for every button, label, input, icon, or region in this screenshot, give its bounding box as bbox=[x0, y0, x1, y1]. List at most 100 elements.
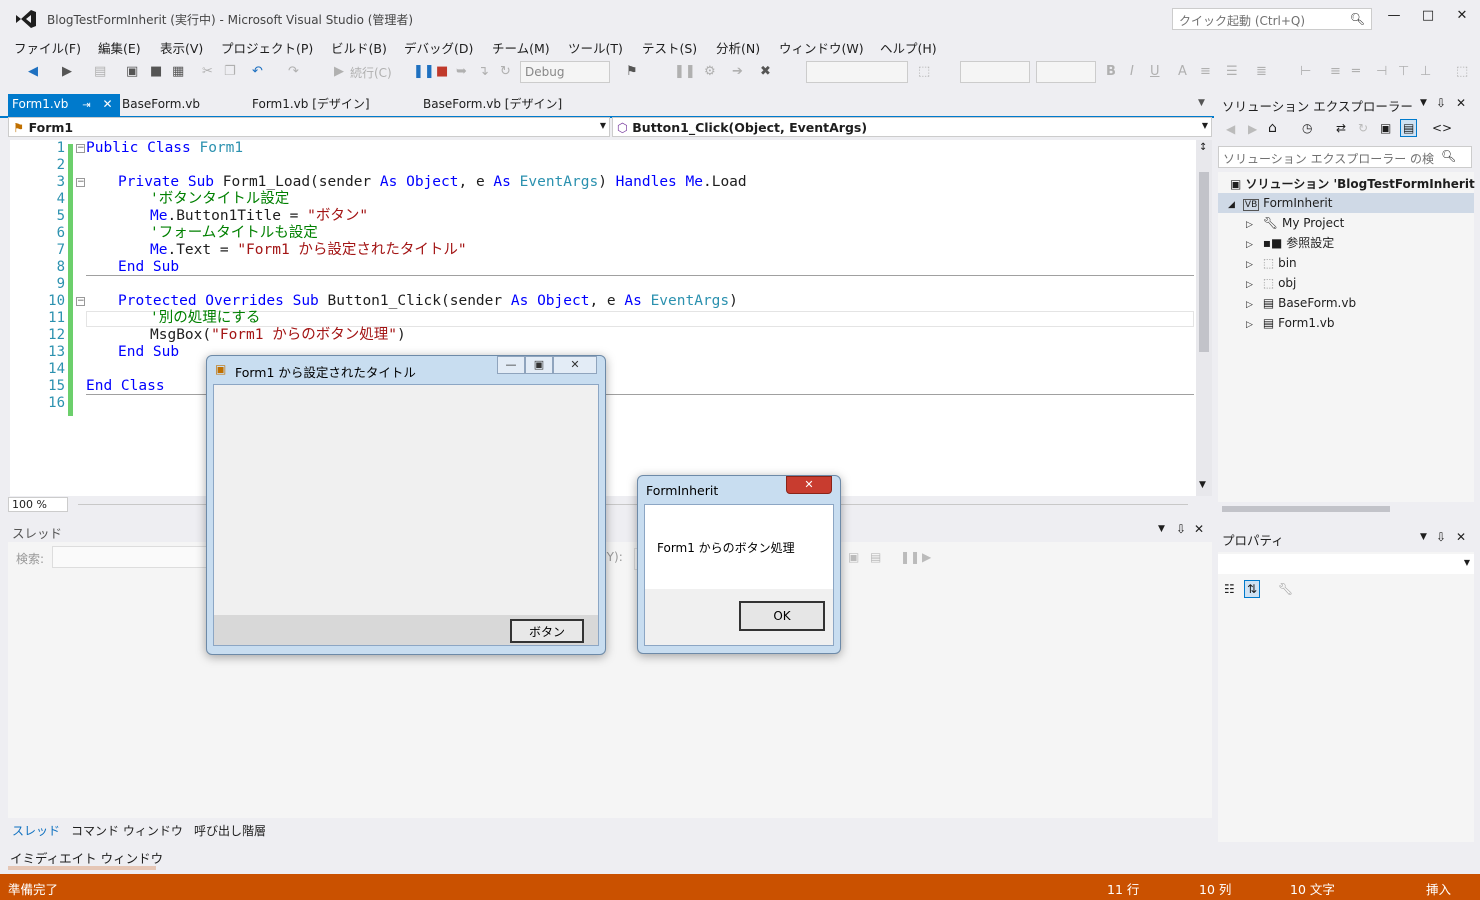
menu-view[interactable]: 表示(V) bbox=[160, 38, 203, 57]
close-tab-icon[interactable]: ✕ bbox=[102, 97, 112, 111]
menu-file[interactable]: ファイル(F) bbox=[14, 38, 81, 57]
collapse-all-icon[interactable]: ▣ bbox=[1380, 121, 1391, 135]
tree-node-form1[interactable]: ▷ ▤ Form1.vb bbox=[1218, 313, 1474, 333]
property-pages-icon[interactable]: 🔧︎ bbox=[1278, 582, 1293, 596]
continue-icon[interactable]: ▶ bbox=[334, 64, 344, 79]
tab-baseform-design[interactable]: BaseForm.vb [デザイン] bbox=[419, 94, 566, 116]
thaw-icon[interactable]: ▶ bbox=[922, 550, 931, 564]
expand-icon[interactable]: ▣ bbox=[848, 550, 859, 564]
maximize-button[interactable]: □ bbox=[1416, 8, 1440, 26]
step-into-icon[interactable]: ↴ bbox=[478, 64, 489, 79]
collapse-icon[interactable]: − bbox=[76, 144, 85, 153]
zoom-select[interactable]: 100 % bbox=[8, 497, 68, 512]
immediate-window-title[interactable]: イミディエイト ウィンドウ bbox=[10, 848, 163, 867]
close-window-button[interactable]: ✕ bbox=[1450, 8, 1474, 26]
menu-edit[interactable]: 編集(E) bbox=[98, 38, 141, 57]
save-icon[interactable]: ■ bbox=[150, 64, 162, 79]
menu-build[interactable]: ビルド(B) bbox=[331, 38, 387, 57]
quick-launch-input[interactable]: クイック起動 (Ctrl+Q) 🔍︎ bbox=[1172, 8, 1372, 30]
scroll-down-icon[interactable]: ▼ bbox=[1199, 480, 1206, 490]
font-name-select[interactable] bbox=[806, 61, 908, 83]
split-icon[interactable]: ↕ bbox=[1199, 142, 1207, 153]
close-panel-icon[interactable]: ✕ bbox=[1456, 530, 1466, 544]
form-maximize-button[interactable]: ▣ bbox=[525, 356, 553, 374]
form-close-button[interactable]: ✕ bbox=[553, 356, 597, 374]
message-box[interactable]: FormInherit ✕ Form1 からのボタン処理 OK bbox=[637, 475, 841, 654]
tab-call-hierarchy[interactable]: 呼び出し階層 bbox=[194, 822, 266, 839]
collapsed-arrow-icon[interactable]: ▷ bbox=[1246, 220, 1253, 230]
redo-icon[interactable]: ↷ bbox=[288, 64, 299, 79]
list-icon[interactable]: ☰ bbox=[1226, 64, 1238, 79]
tree-node-project[interactable]: ◢ VB FormInherit bbox=[1218, 193, 1474, 213]
freeze-icon[interactable]: ❚❚ bbox=[900, 550, 920, 564]
break-all-icon[interactable]: ❚❚ bbox=[674, 64, 696, 79]
copy-icon[interactable]: ❐ bbox=[224, 64, 236, 79]
message-box-close-button[interactable]: ✕ bbox=[786, 476, 832, 494]
collapse-all-icon[interactable]: ▤ bbox=[870, 550, 881, 564]
pin-icon[interactable]: ⇩ bbox=[1436, 530, 1446, 544]
solution-explorer-search-input[interactable]: ソリューション エクスプローラー の検 🔍︎ bbox=[1218, 146, 1472, 168]
tree-node-baseform[interactable]: ▷ ▤ BaseForm.vb bbox=[1218, 293, 1474, 313]
tree-node-solution[interactable]: ▣ ソリューション 'BlogTestFormInherit bbox=[1218, 174, 1475, 194]
menu-tools[interactable]: ツール(T) bbox=[568, 38, 623, 57]
show-next-statement-icon[interactable]: ➥ bbox=[456, 64, 467, 79]
forward-icon[interactable]: ▶ bbox=[1248, 122, 1257, 136]
breakpoints-icon[interactable]: ✖ bbox=[760, 64, 771, 79]
class-dropdown[interactable]: ⚑ Form1 ▼ bbox=[8, 117, 610, 137]
step-over-icon[interactable]: ➔ bbox=[732, 64, 743, 79]
bold-icon[interactable]: B bbox=[1106, 64, 1116, 79]
member-dropdown[interactable]: ⬡ Button1_Click(Object, EventArgs) ▼ bbox=[612, 117, 1212, 137]
tab-baseform-vb[interactable]: BaseForm.vb bbox=[118, 94, 204, 116]
underline-icon[interactable]: U bbox=[1150, 64, 1160, 79]
close-panel-icon[interactable]: ✕ bbox=[1456, 96, 1466, 110]
pin-icon[interactable]: ⇩ bbox=[1176, 522, 1186, 536]
layout-icon[interactable]: ⬚ bbox=[918, 64, 930, 79]
collapsed-arrow-icon[interactable]: ▷ bbox=[1246, 320, 1253, 330]
back-icon[interactable]: ◀ bbox=[28, 64, 38, 79]
tab-overflow-icon[interactable]: ▼ bbox=[1198, 98, 1205, 108]
align-top-icon[interactable]: ⊤ bbox=[1398, 64, 1409, 79]
menu-help[interactable]: ヘルプ(H) bbox=[880, 38, 937, 57]
editor-vertical-scrollbar[interactable]: ↕ ▼ bbox=[1196, 140, 1212, 496]
form1-window[interactable]: ▣ Form1 から設定されたタイトル — ▣ ✕ ボタン bbox=[206, 355, 606, 655]
form-minimize-button[interactable]: — bbox=[497, 356, 525, 374]
restart-icon[interactable]: ↻ bbox=[500, 64, 511, 79]
continue-label[interactable]: 続行(C) bbox=[350, 64, 392, 81]
view-code-icon[interactable]: <> bbox=[1432, 121, 1452, 135]
open-file-icon[interactable]: ▣ bbox=[126, 64, 138, 79]
tree-horizontal-scroll-thumb[interactable] bbox=[1222, 506, 1390, 512]
collapsed-arrow-icon[interactable]: ▷ bbox=[1246, 280, 1253, 290]
menu-window[interactable]: ウィンドウ(W) bbox=[779, 38, 864, 57]
panel-dropdown-icon[interactable]: ▼ bbox=[1158, 524, 1165, 534]
panel-dropdown-icon[interactable]: ▼ bbox=[1420, 532, 1427, 542]
style-select[interactable] bbox=[1036, 61, 1096, 83]
scroll-thumb[interactable] bbox=[1199, 172, 1209, 352]
attach-icon[interactable]: ⚑ bbox=[626, 64, 638, 79]
config-select[interactable]: Debug bbox=[520, 61, 610, 83]
align-middle-icon[interactable]: ═ bbox=[1352, 64, 1360, 79]
tree-node-bin[interactable]: ▷ ⬚ bin bbox=[1218, 253, 1474, 273]
collapse-icon[interactable]: − bbox=[76, 297, 85, 306]
menu-analyze[interactable]: 分析(N) bbox=[716, 38, 760, 57]
minimize-button[interactable]: — bbox=[1382, 8, 1406, 26]
collapse-icon[interactable]: − bbox=[76, 178, 85, 187]
expanded-arrow-icon[interactable]: ◢ bbox=[1228, 200, 1235, 210]
tree-node-obj[interactable]: ▷ ⬚ obj bbox=[1218, 273, 1474, 293]
home-icon[interactable]: ⌂ bbox=[1268, 120, 1277, 136]
menu-test[interactable]: テスト(S) bbox=[642, 38, 697, 57]
back-icon[interactable]: ◀ bbox=[1226, 122, 1235, 136]
sync-icon[interactable]: ⇄ bbox=[1336, 121, 1346, 135]
save-all-icon[interactable]: ▦ bbox=[172, 64, 184, 79]
form-title-button[interactable]: ボタン bbox=[510, 619, 584, 643]
tree-node-references[interactable]: ▷ ▪■ 参照設定 bbox=[1218, 233, 1474, 253]
undo-icon[interactable]: ↶ bbox=[252, 64, 263, 79]
same-size-icon[interactable]: ⬚ bbox=[1456, 64, 1468, 79]
refresh-icon[interactable]: ↻ bbox=[1358, 121, 1368, 135]
pending-changes-icon[interactable]: ◷ bbox=[1302, 121, 1312, 135]
collapsed-arrow-icon[interactable]: ▷ bbox=[1246, 240, 1253, 250]
tab-command-window[interactable]: コマンド ウィンドウ bbox=[71, 822, 183, 839]
hex-icon[interactable]: ⚙ bbox=[704, 64, 716, 79]
cut-icon[interactable]: ✂ bbox=[202, 64, 213, 79]
format-icon[interactable]: ≣ bbox=[1256, 64, 1267, 79]
align-bottom-icon[interactable]: ⊥ bbox=[1420, 64, 1431, 79]
